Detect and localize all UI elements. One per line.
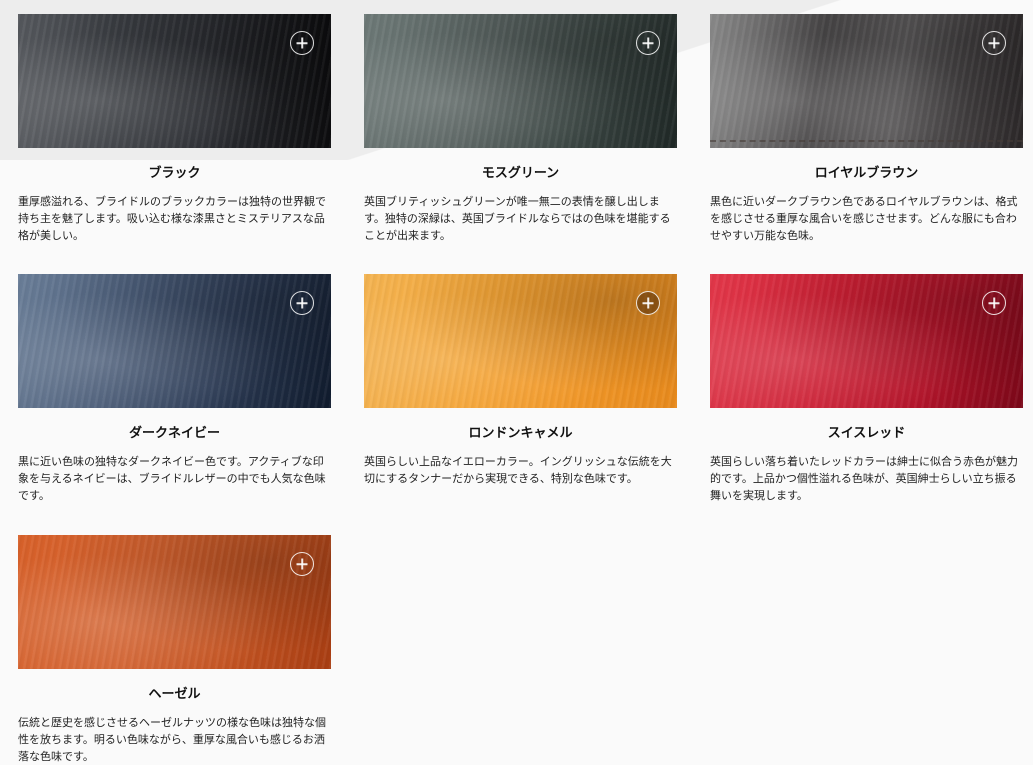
color-title: モスグリーン xyxy=(481,166,560,181)
color-description: 伝統と歴史を感じさせるヘーゼルナッツの様な色味は独特な個性を放ちます。明るい色味… xyxy=(18,716,326,763)
color-title: ヘーゼル xyxy=(148,687,201,702)
color-card-brown: ロイヤルブラウン 黒色に近いダークブラウン色であるロイヤルブラウンは、格式を感じ… xyxy=(710,14,1023,244)
plus-circle-icon[interactable] xyxy=(982,291,1006,315)
color-description: 黒に近い色味の独特なダークネイビー色です。アクティブな印象を与えるネイビーは、ブ… xyxy=(18,455,326,502)
leather-swatch-hazel[interactable] xyxy=(18,535,331,669)
color-card-moss: モスグリーン 英国ブリティッシュグリーンが唯一無二の表情を醸し出します。独特の深… xyxy=(364,14,677,244)
color-title: ロイヤルブラウン xyxy=(814,166,919,181)
color-card-hazel: ヘーゼル 伝統と歴史を感じさせるヘーゼルナッツの様な色味は独特な個性を放ちます。… xyxy=(18,535,331,765)
plus-circle-icon[interactable] xyxy=(290,31,314,55)
leather-swatch-black[interactable] xyxy=(18,14,331,148)
color-description: 英国らしい落ち着いたレッドカラーは紳士に似合う赤色が魅力的です。上品かつ個性溢れ… xyxy=(710,455,1018,502)
plus-circle-icon[interactable] xyxy=(290,291,314,315)
leather-swatch-red[interactable] xyxy=(710,274,1023,408)
color-card-black: ブラック 重厚感溢れる、ブライドルのブラックカラーは独特の世界観で持ち主を魅了し… xyxy=(18,14,331,244)
color-description: 重厚感溢れる、ブライドルのブラックカラーは独特の世界観で持ち主を魅了します。吸い… xyxy=(18,195,326,242)
leather-swatch-brown[interactable] xyxy=(710,14,1023,148)
plus-circle-icon[interactable] xyxy=(982,31,1006,55)
color-title: ブラック xyxy=(148,166,201,181)
color-description: 英国ブリティッシュグリーンが唯一無二の表情を醸し出します。独特の深緑は、英国ブラ… xyxy=(364,195,671,242)
color-description: 英国らしい上品なイエローカラー。イングリッシュな伝統を大切にするタンナーだから実… xyxy=(364,455,672,485)
color-title: スイスレッド xyxy=(827,426,906,441)
color-title: ダークネイビー xyxy=(128,426,220,441)
plus-circle-icon[interactable] xyxy=(636,291,660,315)
color-title: ロンドンキャメル xyxy=(468,426,573,441)
color-description: 黒色に近いダークブラウン色であるロイヤルブラウンは、格式を感じさせる重厚な風合い… xyxy=(710,195,1018,242)
leather-swatch-moss[interactable] xyxy=(364,14,677,148)
plus-circle-icon[interactable] xyxy=(636,31,660,55)
leather-swatch-navy[interactable] xyxy=(18,274,331,408)
stitch-line xyxy=(710,140,1023,142)
color-card-red: スイスレッド 英国らしい落ち着いたレッドカラーは紳士に似合う赤色が魅力的です。上… xyxy=(710,274,1023,504)
color-card-navy: ダークネイビー 黒に近い色味の独特なダークネイビー色です。アクティブな印象を与え… xyxy=(18,274,331,504)
color-swatch-grid: ブラック 重厚感溢れる、ブライドルのブラックカラーは独特の世界観で持ち主を魅了し… xyxy=(0,0,1033,765)
plus-circle-icon[interactable] xyxy=(290,552,314,576)
color-card-camel: ロンドンキャメル 英国らしい上品なイエローカラー。イングリッシュな伝統を大切にす… xyxy=(364,274,677,487)
leather-swatch-camel[interactable] xyxy=(364,274,677,408)
